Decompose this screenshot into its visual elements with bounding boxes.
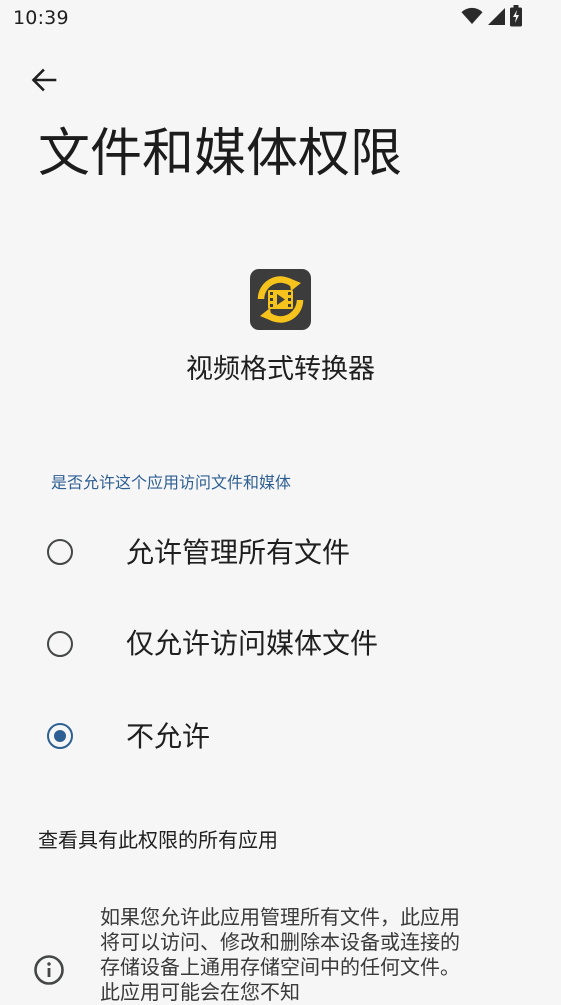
back-button[interactable] (27, 65, 61, 99)
page-title: 文件和媒体权限 (38, 124, 403, 184)
radio-button-unchecked[interactable] (47, 631, 73, 657)
radio-option-label: 不允许 (126, 720, 211, 753)
info-description: 如果您允许此应用管理所有文件，此应用将可以访问、修改和删除本设备或连接的存储设备… (100, 905, 460, 1004)
status-time: 10:39 (13, 7, 69, 29)
arrow-back-icon (30, 66, 58, 98)
radio-option-label: 仅允许访问媒体文件 (126, 627, 379, 660)
radio-button-unchecked[interactable] (47, 539, 73, 565)
wifi-icon (461, 7, 483, 29)
battery-charging-icon (509, 5, 523, 31)
radio-option-label: 允许管理所有文件 (126, 536, 351, 569)
permission-question: 是否允许这个应用访问文件和媒体 (51, 473, 292, 492)
radio-option-deny[interactable]: 不允许 (0, 691, 561, 781)
see-all-apps-with-permission-link[interactable]: 查看具有此权限的所有应用 (38, 825, 278, 855)
app-name: 视频格式转换器 (186, 354, 375, 385)
cellular-signal-icon (486, 7, 506, 30)
video-converter-app-icon (250, 269, 311, 330)
radio-option-allow-manage-all-files[interactable]: 允许管理所有文件 (0, 508, 561, 598)
radio-button-checked[interactable] (47, 723, 73, 749)
status-icons (461, 5, 523, 31)
status-bar: 10:39 (0, 0, 561, 40)
radio-option-allow-media-only[interactable]: 仅允许访问媒体文件 (0, 599, 561, 689)
info-icon (33, 954, 65, 986)
